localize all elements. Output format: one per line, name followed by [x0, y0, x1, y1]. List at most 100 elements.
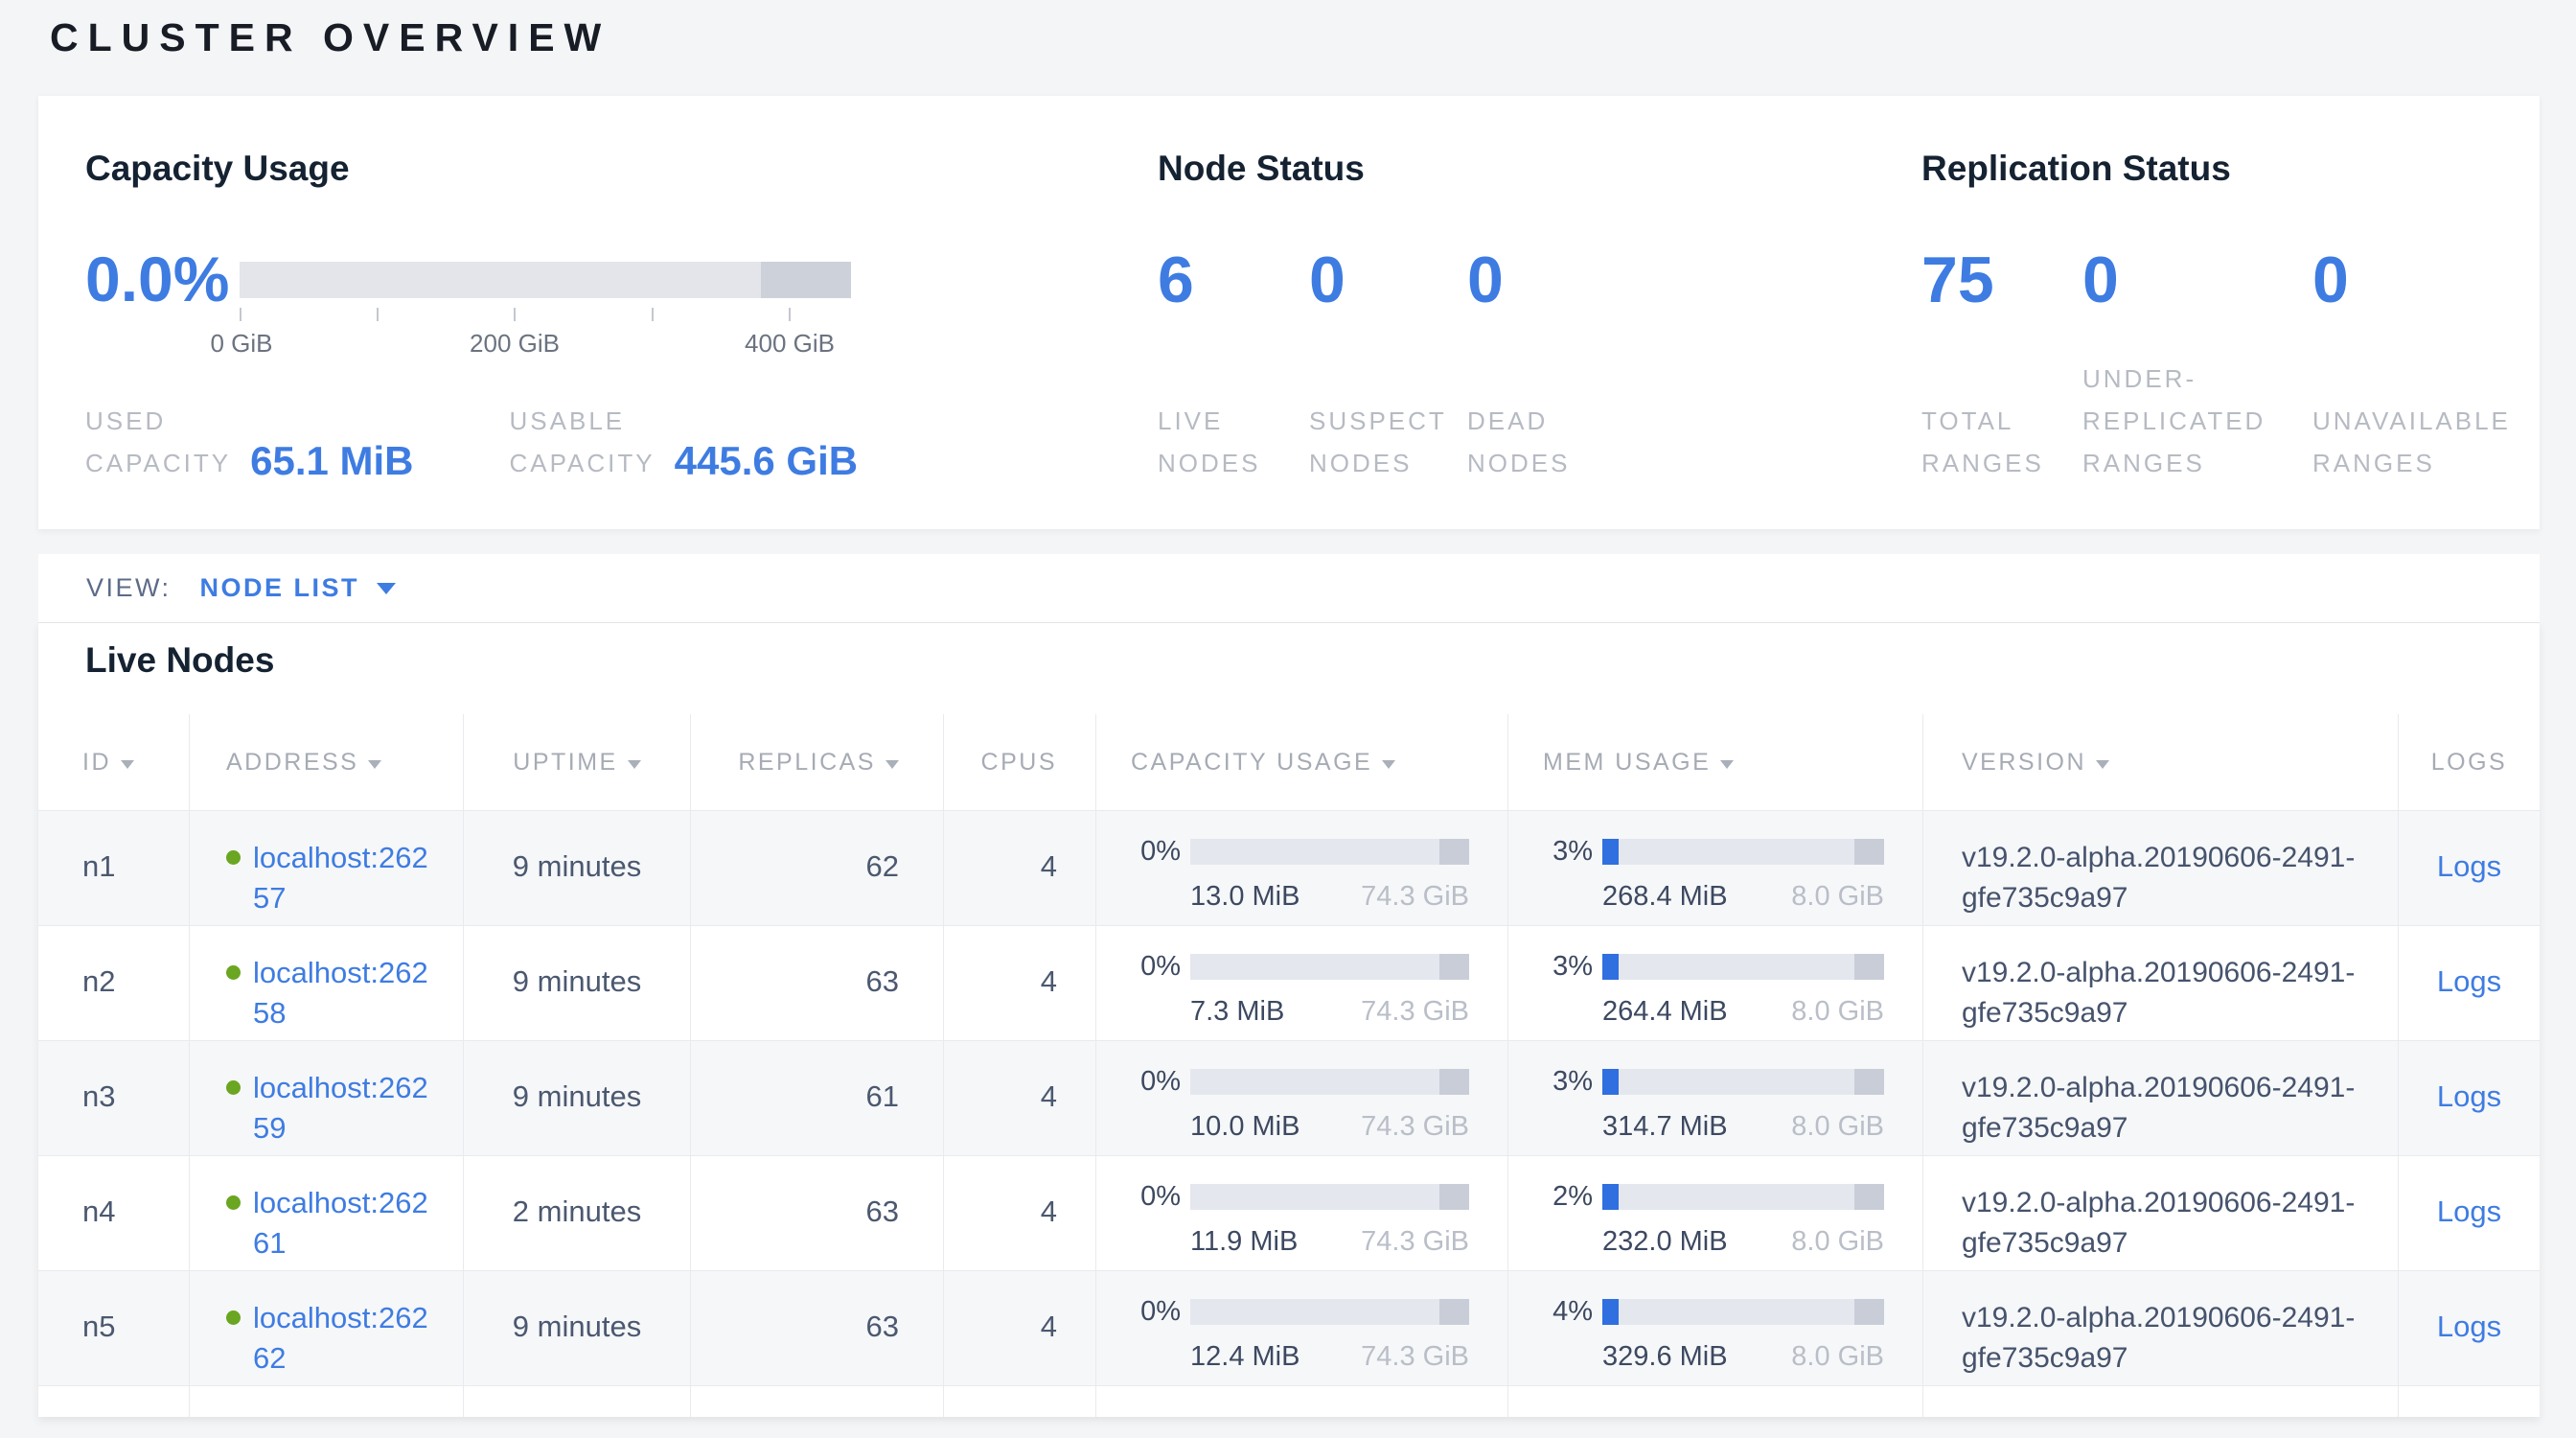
node-id: n2 — [38, 926, 189, 1040]
node-replicas: 63 — [690, 926, 943, 1040]
node-address-link[interactable]: localhost:262 62 — [253, 1298, 428, 1379]
stat-label-line: NODES — [1467, 442, 1570, 484]
node-address-link[interactable]: localhost:262 59 — [253, 1068, 428, 1148]
mem-used: 329.6 MiB — [1602, 1341, 1728, 1373]
capacity-usage-cell: 0% 11.9 MiB74.3 GiB — [1095, 1156, 1507, 1270]
stat-label-line: RANGES — [1921, 442, 2044, 484]
logs-link[interactable]: Logs — [2437, 849, 2501, 883]
mem-bar-fill — [1602, 954, 1619, 980]
stat-label-line: NODES — [1309, 442, 1447, 484]
stat-label-line: SUSPECT — [1309, 400, 1447, 442]
node-address-link[interactable]: localhost:262 58 — [253, 953, 428, 1033]
column-header-uptime[interactable]: UPTIME — [463, 714, 690, 810]
total-ranges-count: 75 — [1921, 243, 1994, 317]
node-cpus: 4 — [943, 1156, 1095, 1270]
logs-link[interactable]: Logs — [2437, 1194, 2501, 1228]
gauge-tick — [652, 308, 654, 321]
node-uptime: 9 minutes — [463, 1041, 690, 1155]
node-uptime: 2 minutes — [463, 1156, 690, 1270]
column-header-version[interactable]: VERSION — [1922, 714, 2398, 810]
node-address-cell: localhost:262 61 — [189, 1156, 463, 1270]
mem-total: 8.0 GiB — [1791, 996, 1884, 1028]
node-uptime: 9 minutes — [463, 1271, 690, 1385]
stat-label-line: RANGES — [2312, 442, 2511, 484]
logs-cell: Logs — [2398, 1156, 2540, 1270]
node-version: v19.2.0-alpha.20190606-2491- gfe735c9a97 — [1922, 811, 2398, 925]
capacity-percent: 0% — [1131, 1296, 1190, 1328]
live-nodes-count: 6 — [1158, 243, 1194, 317]
column-header-address[interactable]: ADDRESS — [189, 714, 463, 810]
mem-bar-fill — [1602, 839, 1619, 865]
column-header-replicas[interactable]: REPLICAS — [690, 714, 943, 810]
capacity-usage-cell: 0% 13.0 MiB74.3 GiB — [1095, 811, 1507, 925]
gauge-axis-label: 200 GiB — [470, 329, 560, 359]
node-version: v19.2.0-alpha.20190606-2491- gfe735c9a97 — [1922, 1041, 2398, 1155]
mem-used: 314.7 MiB — [1602, 1111, 1728, 1143]
node-address-link[interactable]: localhost:262 57 — [253, 838, 428, 918]
gauge-tick — [240, 308, 242, 321]
usable-capacity-label-line: USABLE — [510, 400, 656, 442]
capacity-bar-reserved — [1439, 1069, 1469, 1095]
node-address-cell: localhost:262 58 — [189, 926, 463, 1040]
usable-capacity-label-line: CAPACITY — [510, 442, 656, 484]
capacity-total: 74.3 GiB — [1361, 1111, 1469, 1143]
table-row: n1 localhost:262 57 9 minutes 62 4 0% 13… — [38, 810, 2540, 925]
stat-label-line: NODES — [1158, 442, 1260, 484]
node-cpus: 4 — [943, 926, 1095, 1040]
sort-descending-icon — [368, 760, 381, 769]
view-label: VIEW: — [86, 573, 172, 603]
logs-cell: Logs — [2398, 926, 2540, 1040]
used-capacity-label-line: USED — [85, 400, 231, 442]
node-replicas: 63 — [690, 1271, 943, 1385]
under-replicated-ranges-count: 0 — [2082, 243, 2119, 317]
column-header-id[interactable]: ID — [38, 714, 189, 810]
table-row: n3 localhost:262 59 9 minutes 61 4 0% 10… — [38, 1040, 2540, 1155]
mem-bar-reserved — [1854, 1184, 1884, 1210]
capacity-bar — [1190, 1299, 1469, 1325]
node-replicas: 61 — [690, 1041, 943, 1155]
live-nodes-card: Live Nodes ID ADDRESS UPTIME REPLICAS CP… — [38, 623, 2540, 1417]
mem-bar-reserved — [1854, 1299, 1884, 1325]
mem-percent: 3% — [1543, 1066, 1602, 1098]
live-nodes-title: Live Nodes — [85, 640, 2540, 681]
logs-link[interactable]: Logs — [2437, 964, 2501, 998]
node-version: v19.2.0-alpha.20190606-2491- gfe735c9a97 — [1922, 1156, 2398, 1270]
capacity-percent: 0% — [1131, 1066, 1190, 1098]
mem-usage-cell: 3% 264.4 MiB8.0 GiB — [1507, 926, 1922, 1040]
capacity-total: 74.3 GiB — [1361, 1226, 1469, 1258]
capacity-bar — [1190, 954, 1469, 980]
node-address-link[interactable]: localhost:262 61 — [253, 1183, 428, 1264]
mem-percent: 3% — [1543, 951, 1602, 983]
view-dropdown[interactable]: NODE LIST — [200, 573, 397, 603]
mem-total: 8.0 GiB — [1791, 1341, 1884, 1373]
mem-usage-cell: 3% 268.4 MiB8.0 GiB — [1507, 811, 1922, 925]
capacity-total: 74.3 GiB — [1361, 881, 1469, 913]
capacity-bar — [1190, 839, 1469, 865]
node-id: n5 — [38, 1271, 189, 1385]
mem-used: 232.0 MiB — [1602, 1226, 1728, 1258]
chevron-down-icon — [377, 583, 396, 594]
stat-label-line: LIVE — [1158, 400, 1260, 442]
stat-label-line: TOTAL — [1921, 400, 2044, 442]
mem-percent: 4% — [1543, 1296, 1602, 1328]
capacity-percent: 0% — [1131, 951, 1190, 983]
replication-status-section: Replication Status 75 TOTAL RANGES 0 UND… — [1921, 149, 2544, 484]
mem-bar-reserved — [1854, 839, 1884, 865]
logs-link[interactable]: Logs — [2437, 1079, 2501, 1113]
capacity-usage-title: Capacity Usage — [85, 149, 967, 189]
column-header-capacity-usage[interactable]: CAPACITY USAGE — [1095, 714, 1507, 810]
capacity-percent: 0% — [1131, 1181, 1190, 1213]
mem-bar — [1602, 839, 1884, 865]
used-capacity-label-line: CAPACITY — [85, 442, 231, 484]
capacity-percent: 0% — [1131, 836, 1190, 868]
node-status-section: Node Status 6 LIVE NODES 0 SUSPECT NODES… — [1158, 149, 1886, 484]
capacity-used: 10.0 MiB — [1190, 1111, 1300, 1143]
sort-descending-icon — [1382, 760, 1395, 769]
mem-bar-reserved — [1854, 954, 1884, 980]
view-selector-bar: VIEW: NODE LIST — [38, 554, 2540, 623]
stat-label-line: REPLICATED — [2082, 400, 2266, 442]
logs-link[interactable]: Logs — [2437, 1310, 2501, 1343]
table-row: n5 localhost:262 62 9 minutes 63 4 0% 12… — [38, 1270, 2540, 1385]
column-header-mem-usage[interactable]: MEM USAGE — [1507, 714, 1922, 810]
sort-descending-icon — [2096, 760, 2109, 769]
